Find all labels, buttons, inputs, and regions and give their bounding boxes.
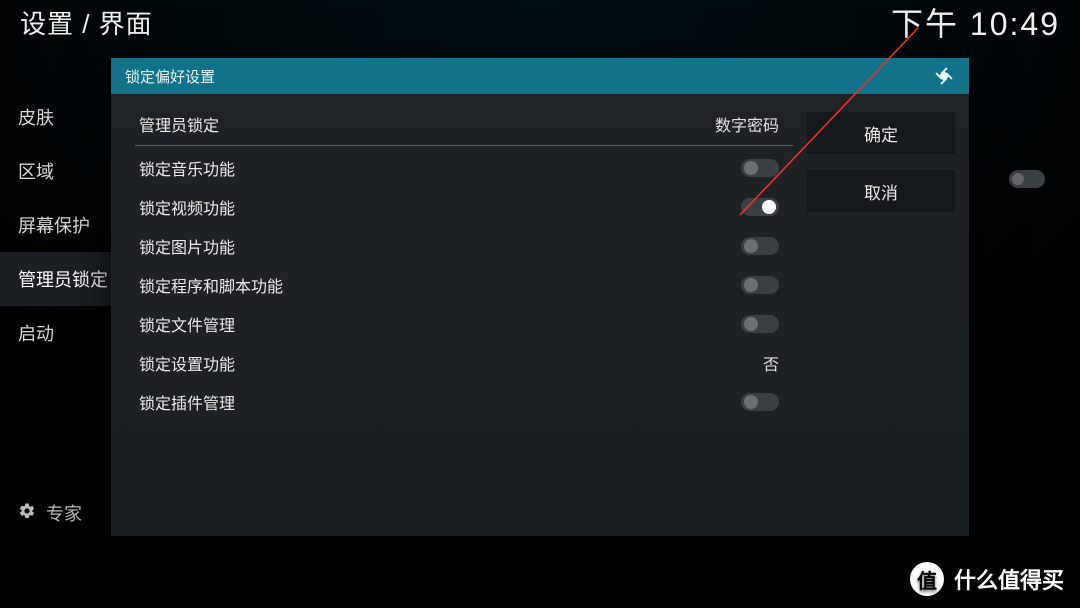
watermark-text: 什么值得买: [954, 563, 1064, 595]
toggle[interactable]: [741, 315, 779, 333]
row-label: 锁定插件管理: [139, 390, 235, 414]
watermark: 值 什么值得买: [910, 562, 1064, 596]
divider: [135, 145, 793, 146]
row-label: 锁定文件管理: [139, 312, 235, 336]
row-lock-settings[interactable]: 锁定设置功能 否: [135, 343, 793, 382]
row-lock-music[interactable]: 锁定音乐功能: [135, 148, 793, 187]
row-label: 管理员锁定: [139, 112, 219, 136]
row-label: 锁定视频功能: [139, 195, 235, 219]
row-label: 锁定音乐功能: [139, 156, 235, 180]
toggle[interactable]: [741, 159, 779, 177]
row-lock-programs[interactable]: 锁定程序和脚本功能: [135, 265, 793, 304]
kodi-logo-icon: [933, 65, 955, 87]
expert-mode[interactable]: 专家: [18, 500, 82, 526]
clock: 下午 10:49: [891, 0, 1060, 45]
toggle[interactable]: [741, 393, 779, 411]
ok-button[interactable]: 确定: [807, 112, 955, 154]
row-label: 锁定程序和脚本功能: [139, 273, 283, 297]
expert-label: 专家: [46, 500, 82, 526]
row-value: 数字密码: [715, 112, 779, 136]
toggle[interactable]: [741, 237, 779, 255]
top-bar: 设置 / 界面 下午 10:49: [0, 0, 1080, 44]
lock-preferences-dialog: 锁定偏好设置 管理员锁定 数字密码 锁定音乐功能 锁定视频功能 锁定图片功能: [111, 58, 969, 536]
dialog-titlebar: 锁定偏好设置: [111, 58, 969, 94]
cancel-button[interactable]: 取消: [807, 170, 955, 212]
breadcrumb: 设置 / 界面: [20, 4, 153, 41]
gear-icon: [18, 502, 36, 525]
row-lock-addons[interactable]: 锁定插件管理: [135, 382, 793, 421]
row-lock-files[interactable]: 锁定文件管理: [135, 304, 793, 343]
row-label: 锁定设置功能: [139, 351, 235, 375]
toggle[interactable]: [741, 198, 779, 216]
dialog-title: 锁定偏好设置: [125, 66, 215, 87]
row-label: 锁定图片功能: [139, 234, 235, 258]
settings-column: 管理员锁定 数字密码 锁定音乐功能 锁定视频功能 锁定图片功能 锁定程序和脚本功…: [111, 94, 799, 536]
row-master-lock[interactable]: 管理员锁定 数字密码: [135, 104, 793, 143]
row-lock-pictures[interactable]: 锁定图片功能: [135, 226, 793, 265]
background-toggle[interactable]: [1009, 170, 1045, 188]
row-lock-video[interactable]: 锁定视频功能: [135, 187, 793, 226]
toggle[interactable]: [741, 276, 779, 294]
row-value: 否: [763, 351, 779, 375]
actions-column: 确定 取消: [799, 94, 969, 536]
watermark-badge: 值: [910, 562, 944, 596]
